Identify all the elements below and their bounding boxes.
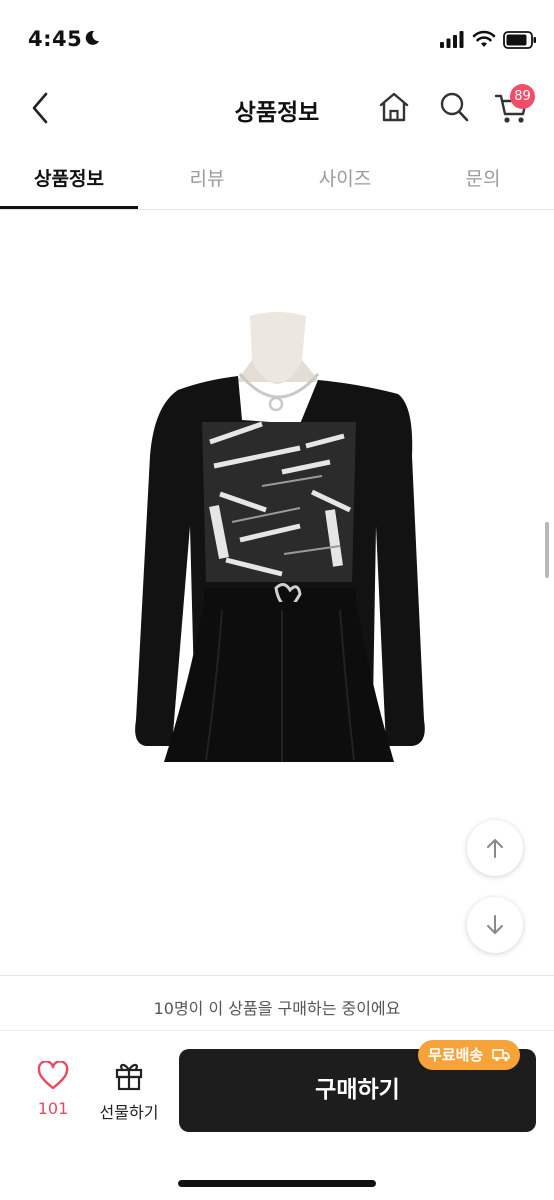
tab-size[interactable]: 사이즈 <box>276 158 414 209</box>
battery-icon <box>503 31 536 49</box>
cellular-signal-icon <box>440 31 464 48</box>
active-tab-indicator <box>0 206 138 209</box>
status-time: 4:45 <box>28 27 83 51</box>
arrow-down-icon <box>487 915 503 934</box>
tab-product-info[interactable]: 상품정보 <box>0 158 138 209</box>
buyers-count-notice: 10명이 이 상품을 구매하는 중이에요 <box>0 975 554 1031</box>
tab-reviews[interactable]: 리뷰 <box>138 158 276 209</box>
status-bar: 4:45 <box>0 0 554 80</box>
tab-inquiry[interactable]: 문의 <box>414 158 552 209</box>
page-scrollbar-thumb[interactable] <box>545 522 549 578</box>
cart-count-badge: 89 <box>510 84 535 109</box>
home-icon[interactable] <box>377 90 411 124</box>
like-count: 101 <box>37 1099 69 1118</box>
search-icon[interactable] <box>438 90 470 124</box>
truck-icon <box>492 1049 511 1062</box>
home-indicator <box>178 1180 376 1187</box>
free-shipping-badge: 무료배송 <box>418 1040 521 1070</box>
moon-icon <box>85 30 99 45</box>
gift-label: 선물하기 <box>99 1103 159 1122</box>
heart-icon <box>37 1061 69 1090</box>
free-shipping-label: 무료배송 <box>428 1046 484 1064</box>
scroll-to-bottom-button[interactable] <box>467 897 523 953</box>
page-title: 상품정보 <box>234 100 320 126</box>
scroll-to-top-button[interactable] <box>467 820 523 876</box>
purchase-bar: 101 선물하기 구매하기 무료배송 <box>0 1031 554 1200</box>
gift-button[interactable]: 선물하기 <box>95 1059 163 1125</box>
product-detail-area <box>0 210 554 975</box>
arrow-up-icon <box>487 839 503 858</box>
wifi-icon <box>472 30 496 47</box>
app-header: 상품정보 <box>0 80 554 140</box>
like-button[interactable]: 101 <box>24 1061 82 1125</box>
gift-icon <box>115 1063 143 1091</box>
product-tabs: 상품정보 리뷰 사이즈 문의 <box>0 158 554 210</box>
